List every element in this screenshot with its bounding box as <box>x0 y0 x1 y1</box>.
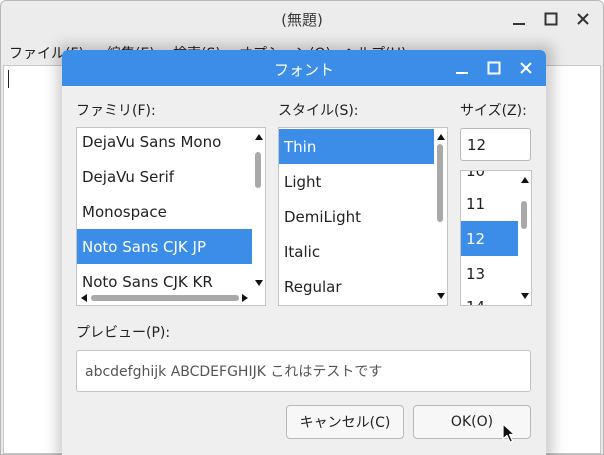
style-option[interactable]: Regular <box>279 269 435 304</box>
style-option[interactable]: Light <box>279 164 435 199</box>
family-option[interactable]: DejaVu Serif <box>77 159 253 194</box>
scroll-thumb[interactable] <box>521 201 527 229</box>
scroll-down-arrow-icon[interactable] <box>437 293 445 299</box>
font-dialog-titlebar[interactable]: フォント <box>62 50 546 86</box>
scroll-right-arrow-icon[interactable] <box>242 294 248 302</box>
scroll-down-arrow-icon[interactable] <box>521 293 529 299</box>
size-option[interactable]: 13 <box>461 256 519 291</box>
style-label: スタイル(S): <box>278 103 359 119</box>
scroll-thumb[interactable] <box>91 295 239 301</box>
family-option-selected[interactable]: Noto Sans CJK JP <box>77 229 253 264</box>
size-option[interactable]: 11 <box>461 186 519 221</box>
family-list-hscrollbar[interactable] <box>77 291 252 305</box>
scroll-thumb[interactable] <box>437 144 443 222</box>
family-option[interactable]: DejaVu Sans Mono <box>77 128 253 159</box>
size-list-vscrollbar[interactable] <box>518 171 531 305</box>
scroll-down-arrow-icon[interactable] <box>255 280 263 286</box>
scroll-up-arrow-icon[interactable] <box>521 177 529 183</box>
notepad-window-controls <box>509 9 593 29</box>
family-label: ファミリ(F): <box>76 103 156 119</box>
text-caret <box>8 70 9 88</box>
font-family-list[interactable]: DejaVu Sans Mono DejaVu Serif Monospace … <box>76 127 266 306</box>
family-option[interactable]: Monospace <box>77 194 253 229</box>
notepad-titlebar: (無題) <box>1 1 603 37</box>
size-option-selected[interactable]: 12 <box>461 221 519 256</box>
style-option[interactable]: Italic <box>279 234 435 269</box>
maximize-icon[interactable] <box>541 9 561 29</box>
font-dialog-window-controls <box>452 58 536 78</box>
style-option[interactable]: DemiLight <box>279 199 435 234</box>
scroll-thumb[interactable] <box>255 152 261 188</box>
cancel-button[interactable]: キャンセル(C) <box>286 405 404 439</box>
size-option[interactable]: 14 <box>461 289 519 306</box>
style-option-selected[interactable]: Thin <box>279 129 435 164</box>
mouse-pointer-icon <box>502 423 516 447</box>
font-size-list[interactable]: 10 11 12 13 14 <box>460 170 532 306</box>
size-label: サイズ(Z): <box>460 103 527 119</box>
maximize-icon[interactable] <box>484 58 504 78</box>
scroll-up-arrow-icon[interactable] <box>255 134 263 140</box>
close-icon[interactable] <box>573 9 593 29</box>
minimize-icon[interactable] <box>509 9 529 29</box>
scroll-left-arrow-icon[interactable] <box>81 294 87 302</box>
family-list-vscrollbar[interactable] <box>252 128 265 292</box>
preview-box: abcdefghijk ABCDEFGHIJK これはテストです <box>76 350 531 392</box>
scroll-up-arrow-icon[interactable] <box>437 134 445 140</box>
font-dialog: フォント ファミリ(F): スタイル(S): サイズ(Z): DejaVu Sa… <box>62 50 546 455</box>
minimize-icon[interactable] <box>452 58 472 78</box>
style-list-vscrollbar[interactable] <box>434 128 447 305</box>
size-input[interactable]: 12 <box>460 128 531 161</box>
close-icon[interactable] <box>516 58 536 78</box>
preview-label: プレビュー(P): <box>76 325 171 341</box>
font-style-list[interactable]: Thin Light DemiLight Italic Regular <box>278 127 448 306</box>
